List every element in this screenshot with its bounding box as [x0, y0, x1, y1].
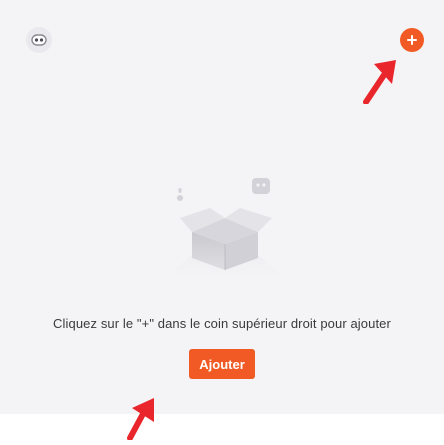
footer-area: [0, 414, 444, 445]
add-button[interactable]: Ajouter: [189, 349, 255, 379]
red-arrow-icon: [363, 60, 396, 104]
empty-box-icon: [160, 178, 290, 288]
empty-state-message: Cliquez sur le "+" dans le coin supérieu…: [53, 316, 391, 331]
plus-icon: [407, 35, 417, 45]
robot-face-icon: [31, 34, 47, 46]
device-list-page: Cliquez sur le "+" dans le coin supérieu…: [0, 0, 444, 445]
add-device-button[interactable]: [400, 28, 424, 52]
red-arrow-icon: [127, 398, 154, 440]
assistant-button[interactable]: [26, 27, 52, 53]
